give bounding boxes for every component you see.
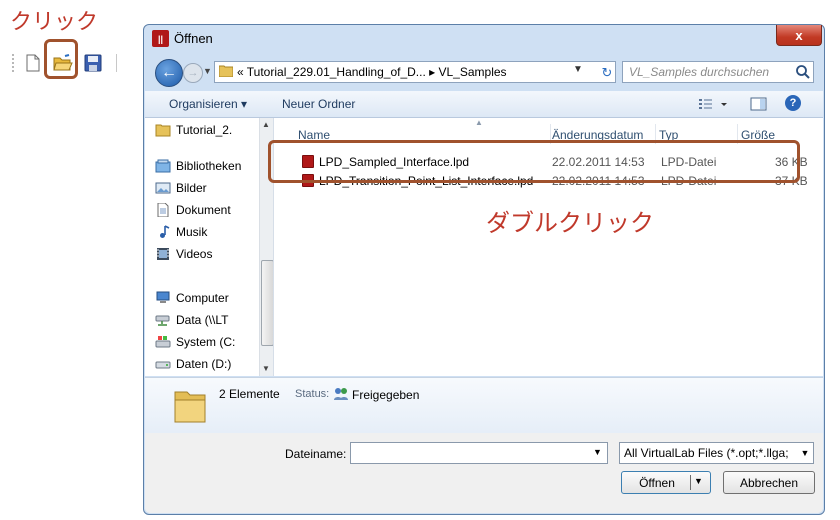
- scrollbar-thumb[interactable]: [261, 260, 273, 346]
- click-highlight-box: [44, 39, 78, 79]
- filename-label: Dateiname:: [285, 447, 347, 461]
- nav-item-label: Tutorial_2.: [176, 123, 233, 137]
- nav-item-videos[interactable]: Videos: [155, 244, 212, 264]
- network-drive-icon: [155, 315, 170, 326]
- pictures-icon: [155, 182, 171, 194]
- dialog-footer: Dateiname: ▼ All VirtualLab Files (*.opt…: [145, 433, 823, 513]
- nav-item-label: Bilder: [176, 181, 207, 195]
- double-click-annotation: ダブルクリック: [486, 210, 654, 237]
- nav-item-network-drive[interactable]: Data (\\LT: [155, 310, 228, 330]
- save-disk-icon[interactable]: [82, 52, 104, 74]
- folder-icon: [155, 124, 171, 137]
- nav-item-label: System (C:: [176, 335, 236, 349]
- address-bar[interactable]: « Tutorial_229.01_Handling_of_D... ▸ VL_…: [214, 61, 616, 83]
- nav-item-label: Computer: [176, 291, 229, 305]
- system-drive-icon: [155, 336, 171, 348]
- click-annotation: クリック: [10, 9, 99, 34]
- search-placeholder: VL_Samples durchsuchen: [629, 65, 770, 79]
- command-bar: Organisieren ▾ Neuer Ordner ?: [145, 91, 823, 118]
- folder-icon: [219, 65, 233, 77]
- search-icon[interactable]: [795, 64, 811, 80]
- nav-item-music[interactable]: Musik: [155, 222, 207, 242]
- dialog-titlebar[interactable]: || Öffnen x: [144, 25, 824, 53]
- dialog-title: Öffnen: [174, 31, 213, 46]
- app-icon: ||: [152, 30, 169, 47]
- nav-item-system-drive[interactable]: System (C:: [155, 332, 235, 352]
- folder-icon: [174, 391, 206, 423]
- music-icon: [160, 225, 170, 238]
- drive-icon: [155, 361, 171, 369]
- forward-arrow-icon[interactable]: →: [183, 63, 203, 83]
- close-button[interactable]: x: [776, 25, 822, 46]
- address-dropdown-icon[interactable]: ▼: [573, 64, 583, 75]
- nav-item-label: Dokument: [176, 203, 231, 217]
- toolbar-grip[interactable]: [12, 54, 18, 72]
- filter-dropdown-icon[interactable]: ▼: [796, 443, 813, 463]
- search-input[interactable]: VL_Samples durchsuchen: [622, 61, 814, 83]
- file-type-filter-select[interactable]: All VirtualLab Files (*.opt;*.llga; ▼: [619, 442, 814, 464]
- scroll-down-arrow-icon[interactable]: ▼: [262, 364, 270, 373]
- cancel-button[interactable]: Abbrechen: [723, 471, 815, 494]
- open-button[interactable]: Öffnen ▼: [621, 471, 711, 494]
- nav-item-tutorial[interactable]: Tutorial_2.: [155, 120, 232, 140]
- back-arrow-icon[interactable]: ←: [155, 59, 183, 87]
- organize-button[interactable]: Organisieren ▾: [169, 97, 247, 111]
- help-icon[interactable]: ?: [785, 95, 801, 111]
- address-path: « Tutorial_229.01_Handling_of_D... ▸ VL_…: [237, 65, 507, 79]
- open-file-dialog: || Öffnen x ← → ▼ « Tutorial_229.01_Hand…: [143, 24, 825, 515]
- open-button-label: Öffnen: [639, 475, 675, 490]
- history-dropdown-icon[interactable]: ▼: [203, 66, 212, 76]
- navigation-pane[interactable]: Tutorial_2. Bibliotheken Bilder Dokument…: [145, 118, 274, 376]
- view-options-button[interactable]: [697, 95, 737, 113]
- filter-value: All VirtualLab Files (*.opt;*.llga;: [624, 446, 789, 460]
- nav-item-data-drive[interactable]: Daten (D:): [155, 354, 231, 374]
- new-folder-button[interactable]: Neuer Ordner: [282, 97, 355, 111]
- filename-dropdown-icon[interactable]: ▼: [593, 447, 602, 457]
- status-value: Freigegeben: [352, 388, 420, 402]
- preview-pane-icon[interactable]: [750, 95, 768, 113]
- status-label: Status:: [295, 388, 330, 400]
- view-list-icon: [699, 99, 727, 109]
- nav-item-label: Musik: [176, 225, 208, 239]
- documents-icon: [157, 203, 169, 217]
- sort-arrow-icon: ▲: [475, 118, 483, 127]
- split-divider: [690, 475, 691, 490]
- details-pane: 2 Elemente Status: Freigegeben: [145, 377, 823, 433]
- nav-item-label: Bibliotheken: [176, 159, 242, 173]
- item-count: 2 Elemente: [219, 387, 280, 401]
- new-document-icon[interactable]: [22, 52, 44, 74]
- nav-item-label: Daten (D:): [176, 357, 232, 371]
- toolbar-separator: [116, 54, 117, 72]
- nav-item-pictures[interactable]: Bilder: [155, 178, 207, 198]
- nav-item-documents[interactable]: Dokument: [155, 200, 231, 220]
- videos-icon: [157, 248, 169, 260]
- nav-item-label: Data (\\LT: [176, 313, 229, 327]
- refresh-icon[interactable]: ↻: [596, 61, 618, 85]
- libraries-icon: [155, 159, 171, 173]
- filename-input[interactable]: ▼: [350, 442, 608, 464]
- nav-item-label: Videos: [176, 247, 213, 261]
- scroll-up-arrow-icon[interactable]: ▲: [262, 120, 270, 129]
- computer-icon: [156, 291, 170, 303]
- nav-item-computer[interactable]: Computer: [155, 288, 229, 308]
- double-click-highlight-box: [268, 140, 800, 183]
- nav-item-libraries[interactable]: Bibliotheken: [155, 156, 241, 176]
- shared-users-icon: [334, 388, 348, 400]
- open-options-dropdown-icon[interactable]: ▼: [694, 476, 703, 486]
